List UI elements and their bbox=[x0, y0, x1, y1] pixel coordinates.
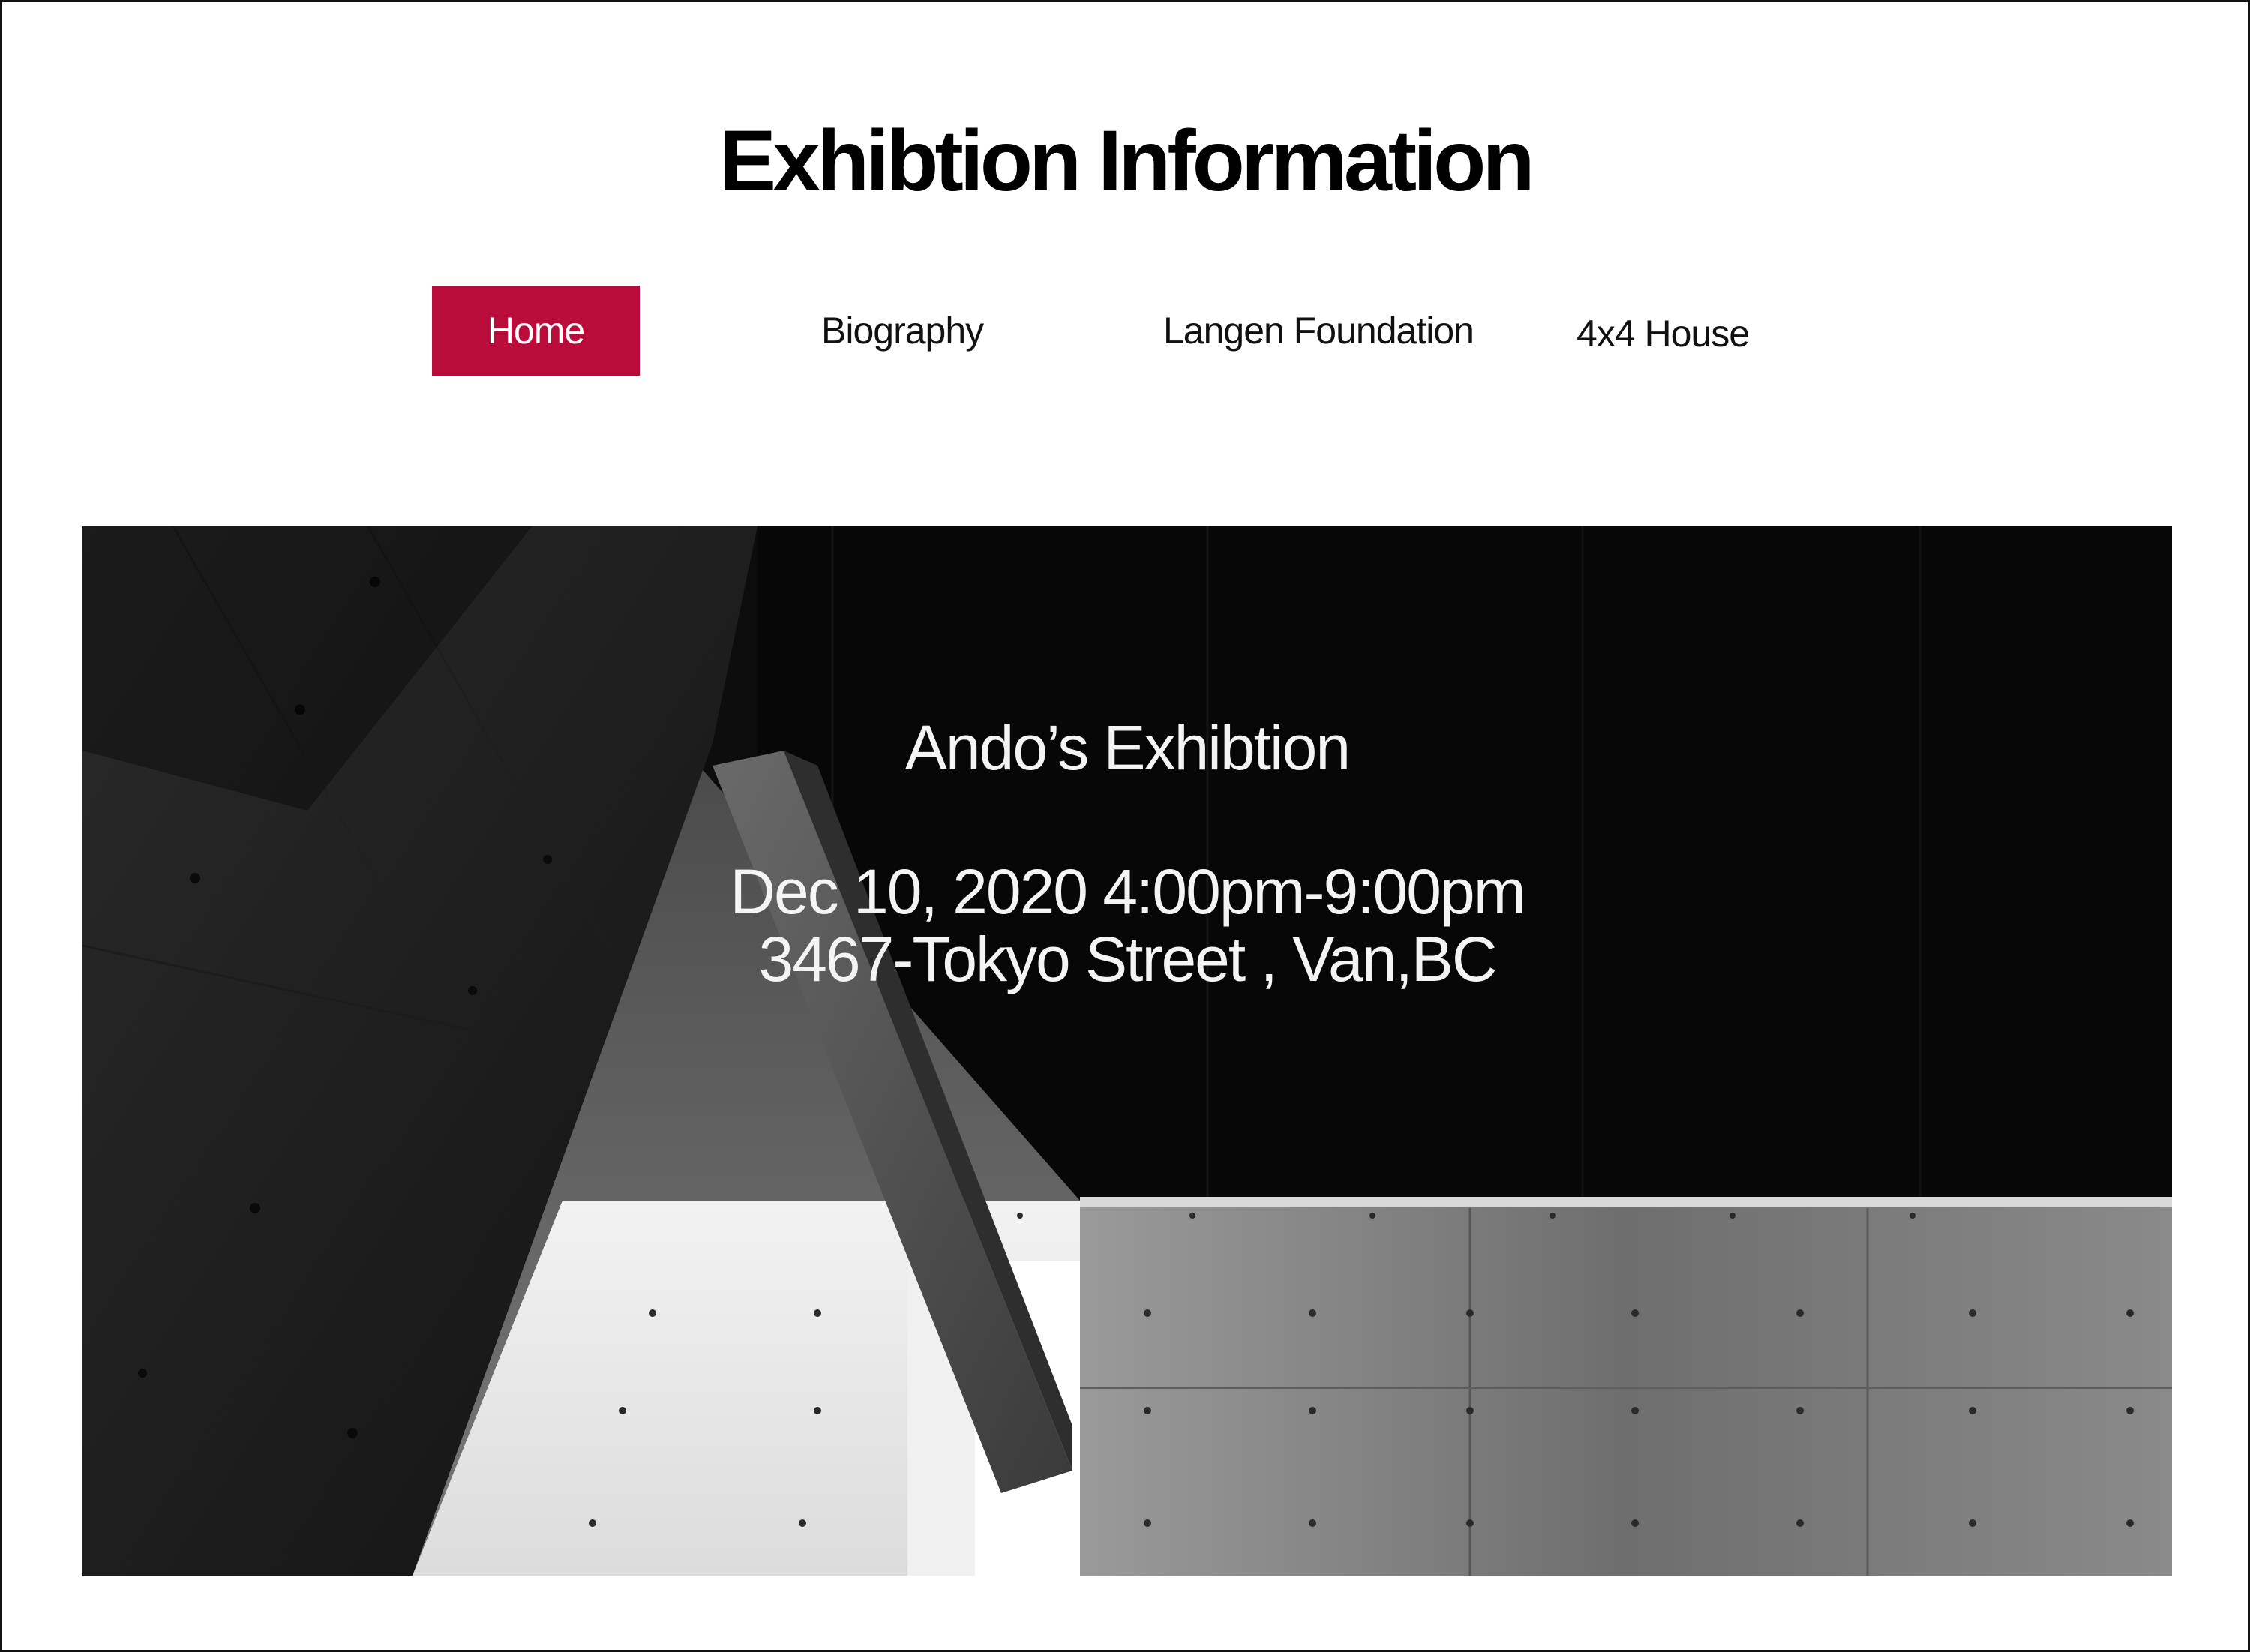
page: Exhibtion Information Home Biography Lan… bbox=[0, 0, 2250, 1652]
nav-item-4x4-house[interactable]: 4x4 House bbox=[1576, 315, 1750, 352]
nav-item-biography[interactable]: Biography bbox=[821, 312, 984, 349]
hero-address: 3467-Tokyo Street , Van,BC bbox=[758, 924, 1498, 994]
hero-image bbox=[82, 526, 2172, 1576]
hero-title: Ando’s Exhibtion bbox=[904, 712, 1351, 783]
nav-item-langen-foundation[interactable]: Langen Foundation bbox=[1163, 312, 1474, 349]
hero-datetime: Dec 10, 2020 4:00pm-9:00pm bbox=[730, 856, 1526, 927]
hero-banner: Ando’s Exhibtion Dec 10, 2020 4:00pm-9:0… bbox=[82, 526, 2172, 1576]
main-nav: Home Biography Langen Foundation 4x4 Hou… bbox=[2, 2, 2248, 392]
nav-item-home[interactable]: Home bbox=[432, 286, 640, 376]
